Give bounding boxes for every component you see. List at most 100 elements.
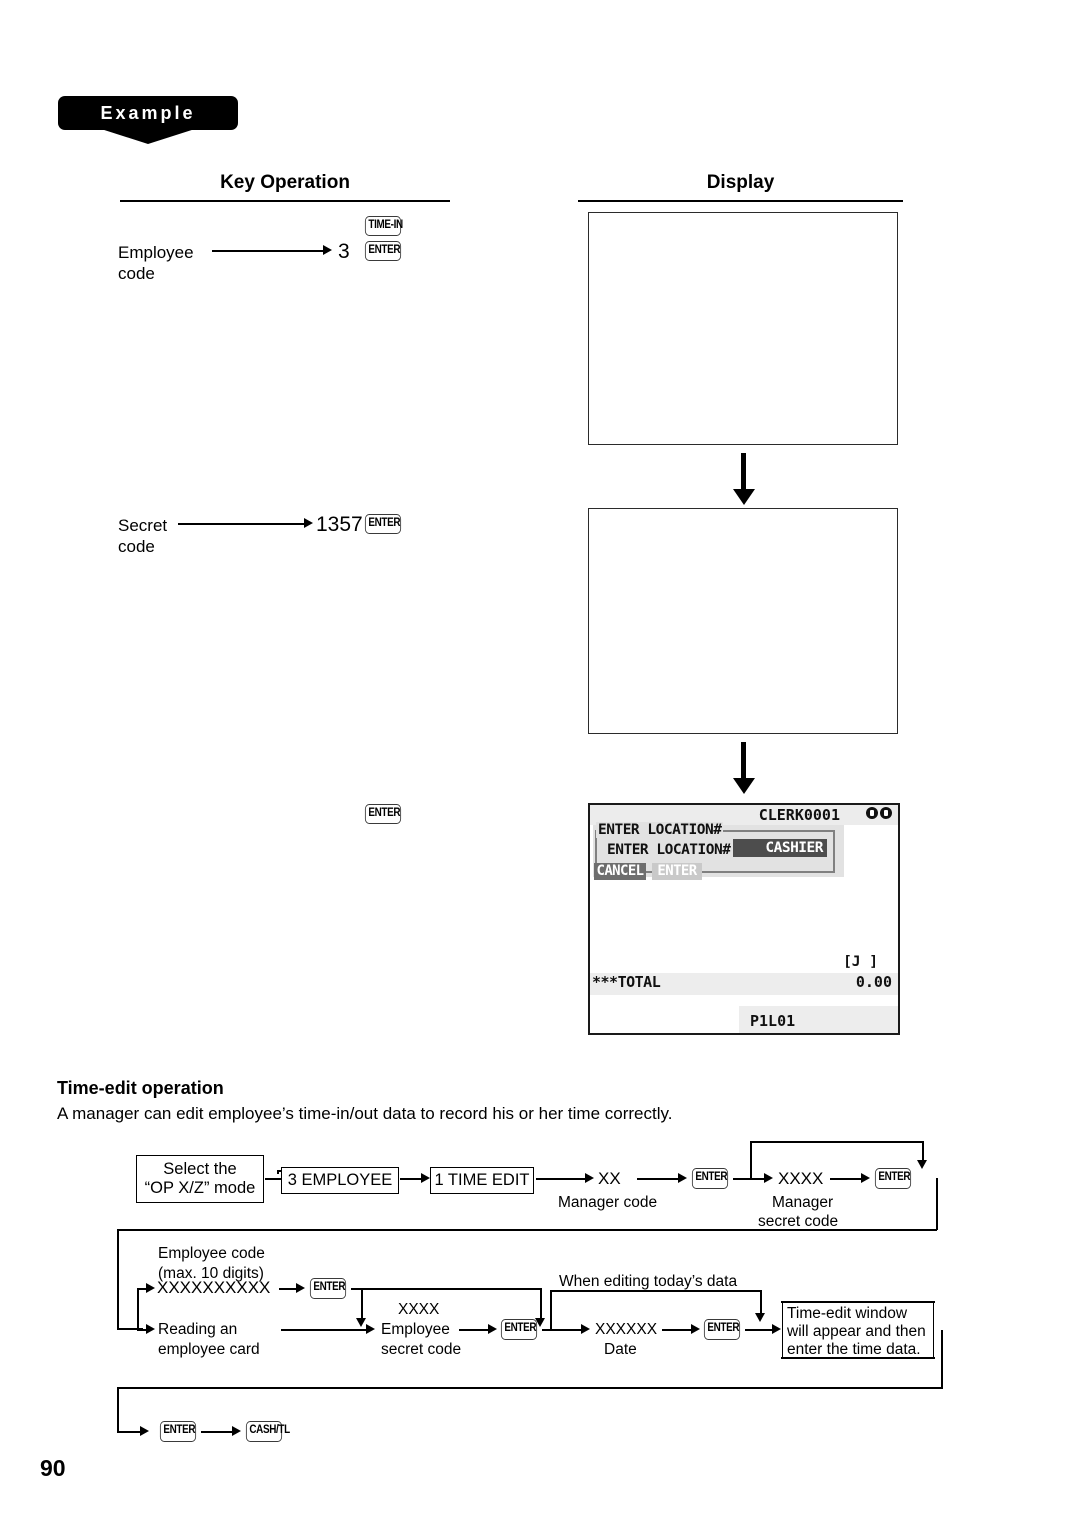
flow-manager-secret-label-1: Manager bbox=[772, 1194, 834, 1211]
flow-r2-arrow-1 bbox=[296, 1283, 305, 1293]
display-rule bbox=[578, 200, 903, 202]
flow-r2-arrow-2 bbox=[366, 1324, 375, 1334]
display-screen-1 bbox=[588, 212, 898, 445]
flow-r2-branch-arrow-bottom bbox=[146, 1324, 155, 1334]
flow-r2-arrow-6 bbox=[772, 1324, 781, 1334]
flow-key-cash-tl[interactable]: CASH/TL bbox=[245, 1421, 290, 1442]
section-heading: Time-edit operation bbox=[57, 1078, 224, 1098]
display-screen-3-lcd: CLERK0001 ENTER LOCATION# ENTER LOCATION… bbox=[588, 803, 900, 1035]
example-banner-tail bbox=[98, 128, 198, 144]
lcd-clerk-id: CLERK0001 bbox=[758, 806, 840, 824]
flow-r1-arrow-2 bbox=[421, 1173, 430, 1183]
flow-alt-path-line1: Reading an bbox=[158, 1321, 238, 1338]
lcd-cancel-button[interactable]: CANCEL bbox=[594, 863, 646, 880]
flow-result-line1: Time-edit window bbox=[787, 1305, 908, 1322]
flow-employee-code-value: XXXXXXXXXX bbox=[157, 1278, 271, 1297]
page-number: 90 bbox=[40, 1455, 66, 1481]
lcd-dialog-value-field[interactable]: CASHIER bbox=[733, 839, 827, 857]
flow-r2-line-7 bbox=[745, 1329, 773, 1331]
step2-arrow-head bbox=[304, 518, 313, 528]
example-banner-label: Example bbox=[100, 103, 196, 123]
lcd-indicator-icons bbox=[864, 807, 892, 823]
step2-value: 1357 bbox=[316, 513, 363, 536]
flow-result-bracket: Time-edit window will appear and then en… bbox=[781, 1301, 935, 1359]
lcd-indicator-dot-icon bbox=[880, 807, 892, 819]
key-operation-header: Key Operation bbox=[220, 172, 350, 193]
flow-r1-line-5 bbox=[733, 1178, 765, 1180]
key-enter-step2[interactable]: ENTER bbox=[364, 514, 402, 534]
flow-alt-path-line2: employee card bbox=[158, 1341, 260, 1358]
flow-manager-secret-value: XXXX bbox=[778, 1169, 824, 1188]
flow-return-bottom bbox=[117, 1229, 937, 1231]
flow-employee-code-label-1: Employee code bbox=[158, 1245, 265, 1262]
flow-r3-return-right bbox=[941, 1330, 943, 1388]
flow-spacer-a bbox=[277, 1172, 279, 1174]
flow-r2-branch-vline bbox=[137, 1288, 139, 1330]
flow-r2-arrow-4 bbox=[581, 1324, 590, 1334]
step2-label-line2: code bbox=[118, 537, 155, 556]
flow-bypass-arrow bbox=[755, 1313, 765, 1322]
key-enter-step3[interactable]: ENTER bbox=[364, 804, 402, 824]
flow-r1-loop-arrow bbox=[917, 1160, 927, 1169]
key-time-in[interactable]: TIME-IN bbox=[364, 216, 403, 236]
lcd-dialog-prompt: ENTER LOCATION# bbox=[607, 842, 731, 858]
flow-r2-line-4 bbox=[459, 1329, 489, 1331]
lcd-bottom-bar bbox=[590, 1006, 898, 1033]
flow-bypass-left bbox=[550, 1290, 552, 1330]
flow-key-enter-3[interactable]: ENTER bbox=[309, 1278, 347, 1299]
flow-today-note: When editing today’s data bbox=[559, 1273, 738, 1290]
flow-employee-secret-label-1: Employee bbox=[381, 1321, 450, 1338]
flow-r1-arrow-4 bbox=[678, 1173, 687, 1183]
flow-manager-code-label: Manager code bbox=[558, 1194, 658, 1211]
flow-bypass-right bbox=[760, 1290, 762, 1315]
flow-result-line3: enter the time data. bbox=[787, 1341, 921, 1358]
key-enter-step1[interactable]: ENTER bbox=[364, 241, 402, 261]
flow-r2-down-arrow-1 bbox=[356, 1318, 366, 1327]
flow-r1-arrow-5 bbox=[764, 1173, 773, 1183]
flow-r3-line-1 bbox=[201, 1431, 233, 1433]
flow-r2-top-bridge bbox=[361, 1288, 541, 1290]
flow-r3-return-bottom bbox=[117, 1387, 943, 1389]
step2-arrow-line bbox=[178, 523, 306, 525]
step1-arrow-line bbox=[212, 250, 324, 252]
example-banner: Example bbox=[58, 96, 238, 144]
flow-key-enter-6[interactable]: ENTER bbox=[159, 1421, 197, 1442]
flow-start-box: Select the “OP X/Z” mode bbox=[136, 1155, 264, 1203]
lcd-dialog-title: ENTER LOCATION# bbox=[596, 822, 724, 838]
step1-label-line1: Employee bbox=[118, 243, 194, 262]
flow-key-enter-4[interactable]: ENTER bbox=[500, 1319, 538, 1340]
flow-r1-loop-top bbox=[750, 1141, 924, 1143]
lcd-total-value: 0.00 bbox=[855, 973, 892, 991]
flow-menu-time-edit[interactable]: 1 TIME EDIT bbox=[430, 1167, 534, 1194]
display-screen-2 bbox=[588, 508, 898, 734]
lcd-enter-button[interactable]: ENTER bbox=[652, 863, 702, 880]
flow-r3-arrow-1 bbox=[232, 1426, 241, 1436]
flow-r3-return-tail bbox=[117, 1431, 141, 1433]
flow-r2-down-2 bbox=[540, 1288, 542, 1320]
flow-r2-line-3 bbox=[281, 1329, 367, 1331]
flow-result-line2: will appear and then bbox=[787, 1323, 926, 1340]
flow-key-enter-5[interactable]: ENTER bbox=[703, 1319, 741, 1340]
flow-return-right bbox=[936, 1178, 938, 1230]
flow-employee-secret-value: XXXX bbox=[398, 1301, 440, 1318]
display-header: Display bbox=[706, 172, 775, 193]
flow-date-label: Date bbox=[604, 1341, 637, 1358]
flow-key-enter-2[interactable]: ENTER bbox=[874, 1168, 912, 1189]
key-operation-rule bbox=[120, 200, 450, 202]
flow-r3-return-left bbox=[117, 1387, 119, 1432]
lcd-journal-flag: [J ] bbox=[843, 954, 878, 970]
flow-r2-down-1 bbox=[361, 1288, 363, 1320]
flow-date-value: XXXXXX bbox=[595, 1321, 658, 1338]
flow-key-enter-1[interactable]: ENTER bbox=[691, 1168, 729, 1189]
flow-manager-code-value: XX bbox=[598, 1169, 621, 1188]
lcd-indicator-dot-icon bbox=[866, 807, 878, 819]
step1-arrow-head bbox=[323, 245, 332, 255]
flow-r2-line-5 bbox=[542, 1329, 582, 1331]
flow-return-left bbox=[117, 1229, 119, 1329]
step1-label-line2: code bbox=[118, 264, 155, 283]
flow-r2-line-6 bbox=[662, 1329, 692, 1331]
flow-r1-line-3 bbox=[536, 1178, 586, 1180]
flow-menu-employee[interactable]: 3 EMPLOYEE bbox=[281, 1167, 399, 1194]
lcd-page-indicator: P1L01 bbox=[750, 1012, 796, 1030]
section-body: A manager can edit employee’s time-in/ou… bbox=[57, 1104, 673, 1123]
